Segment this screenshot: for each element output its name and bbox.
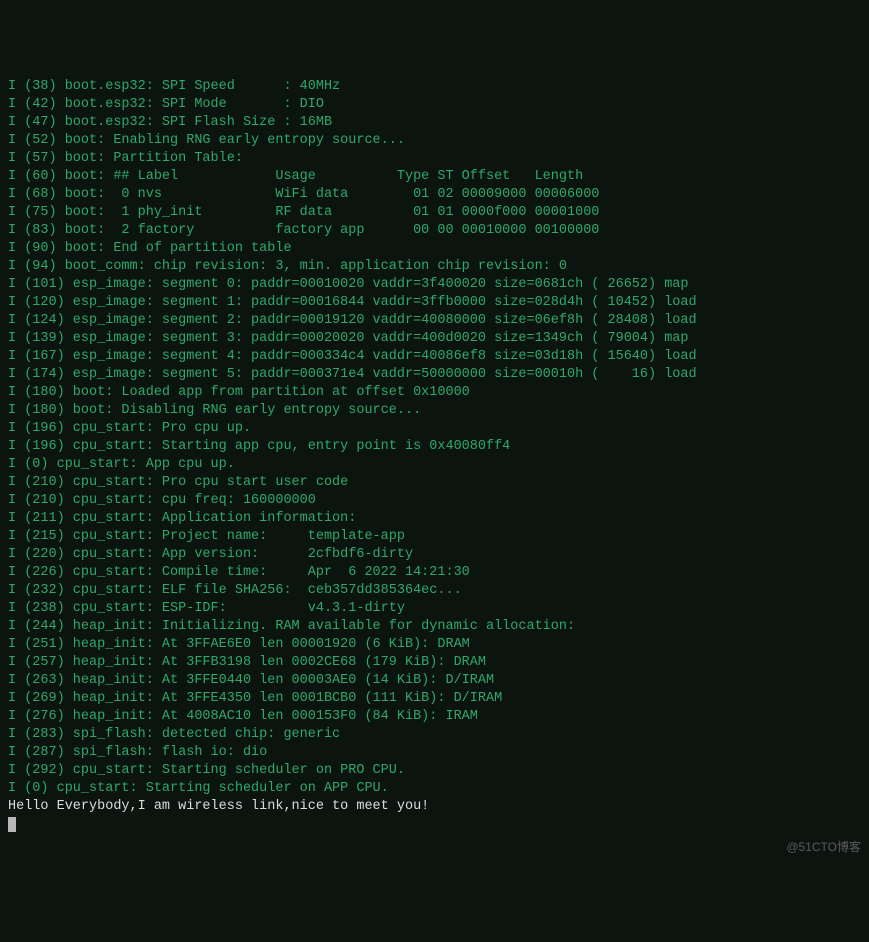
log-line: I (52) boot: Enabling RNG early entropy … (8, 132, 861, 150)
log-line: I (101) esp_image: segment 0: paddr=0001… (8, 276, 861, 294)
log-line: I (38) boot.esp32: SPI Speed : 40MHz (8, 78, 861, 96)
log-line: I (180) boot: Loaded app from partition … (8, 384, 861, 402)
log-line: I (94) boot_comm: chip revision: 3, min.… (8, 258, 861, 276)
log-line: I (269) heap_init: At 3FFE4350 len 0001B… (8, 690, 861, 708)
log-line: I (75) boot: 1 phy_init RF data 01 01 00… (8, 204, 861, 222)
log-line: I (210) cpu_start: Pro cpu start user co… (8, 474, 861, 492)
log-line: I (196) cpu_start: Starting app cpu, ent… (8, 438, 861, 456)
log-line: I (57) boot: Partition Table: (8, 150, 861, 168)
log-line: I (215) cpu_start: Project name: templat… (8, 528, 861, 546)
log-line: I (42) boot.esp32: SPI Mode : DIO (8, 96, 861, 114)
log-line: I (257) heap_init: At 3FFB3198 len 0002C… (8, 654, 861, 672)
log-line: I (220) cpu_start: App version: 2cfbdf6-… (8, 546, 861, 564)
log-line: I (180) boot: Disabling RNG early entrop… (8, 402, 861, 420)
log-line: I (68) boot: 0 nvs WiFi data 01 02 00009… (8, 186, 861, 204)
log-line: I (196) cpu_start: Pro cpu up. (8, 420, 861, 438)
log-line: I (226) cpu_start: Compile time: Apr 6 2… (8, 564, 861, 582)
log-line: I (287) spi_flash: flash io: dio (8, 744, 861, 762)
log-line: I (276) heap_init: At 4008AC10 len 00015… (8, 708, 861, 726)
log-line: I (232) cpu_start: ELF file SHA256: ceb3… (8, 582, 861, 600)
log-line: I (167) esp_image: segment 4: paddr=0003… (8, 348, 861, 366)
log-line: I (244) heap_init: Initializing. RAM ava… (8, 618, 861, 636)
log-line: I (210) cpu_start: cpu freq: 160000000 (8, 492, 861, 510)
log-line: I (120) esp_image: segment 1: paddr=0001… (8, 294, 861, 312)
log-line: I (211) cpu_start: Application informati… (8, 510, 861, 528)
cursor-line (8, 816, 861, 834)
log-line: I (83) boot: 2 factory factory app 00 00… (8, 222, 861, 240)
watermark-label: @51CTO博客 (786, 838, 861, 856)
log-line: I (263) heap_init: At 3FFE0440 len 00003… (8, 672, 861, 690)
log-line: I (174) esp_image: segment 5: paddr=0003… (8, 366, 861, 384)
log-line: I (0) cpu_start: App cpu up. (8, 456, 861, 474)
log-line: I (251) heap_init: At 3FFAE6E0 len 00001… (8, 636, 861, 654)
log-line: I (90) boot: End of partition table (8, 240, 861, 258)
log-line: I (283) spi_flash: detected chip: generi… (8, 726, 861, 744)
log-line: I (47) boot.esp32: SPI Flash Size : 16MB (8, 114, 861, 132)
log-line: I (60) boot: ## Label Usage Type ST Offs… (8, 168, 861, 186)
log-line: I (292) cpu_start: Starting scheduler on… (8, 762, 861, 780)
hello-message: Hello Everybody,I am wireless link,nice … (8, 798, 861, 816)
log-line: I (238) cpu_start: ESP-IDF: v4.3.1-dirty (8, 600, 861, 618)
log-line: I (139) esp_image: segment 3: paddr=0002… (8, 330, 861, 348)
cursor-icon (8, 817, 16, 832)
log-line: I (124) esp_image: segment 2: paddr=0001… (8, 312, 861, 330)
terminal-output[interactable]: I (38) boot.esp32: SPI Speed : 40MHzI (4… (8, 78, 861, 834)
log-line: I (0) cpu_start: Starting scheduler on A… (8, 780, 861, 798)
